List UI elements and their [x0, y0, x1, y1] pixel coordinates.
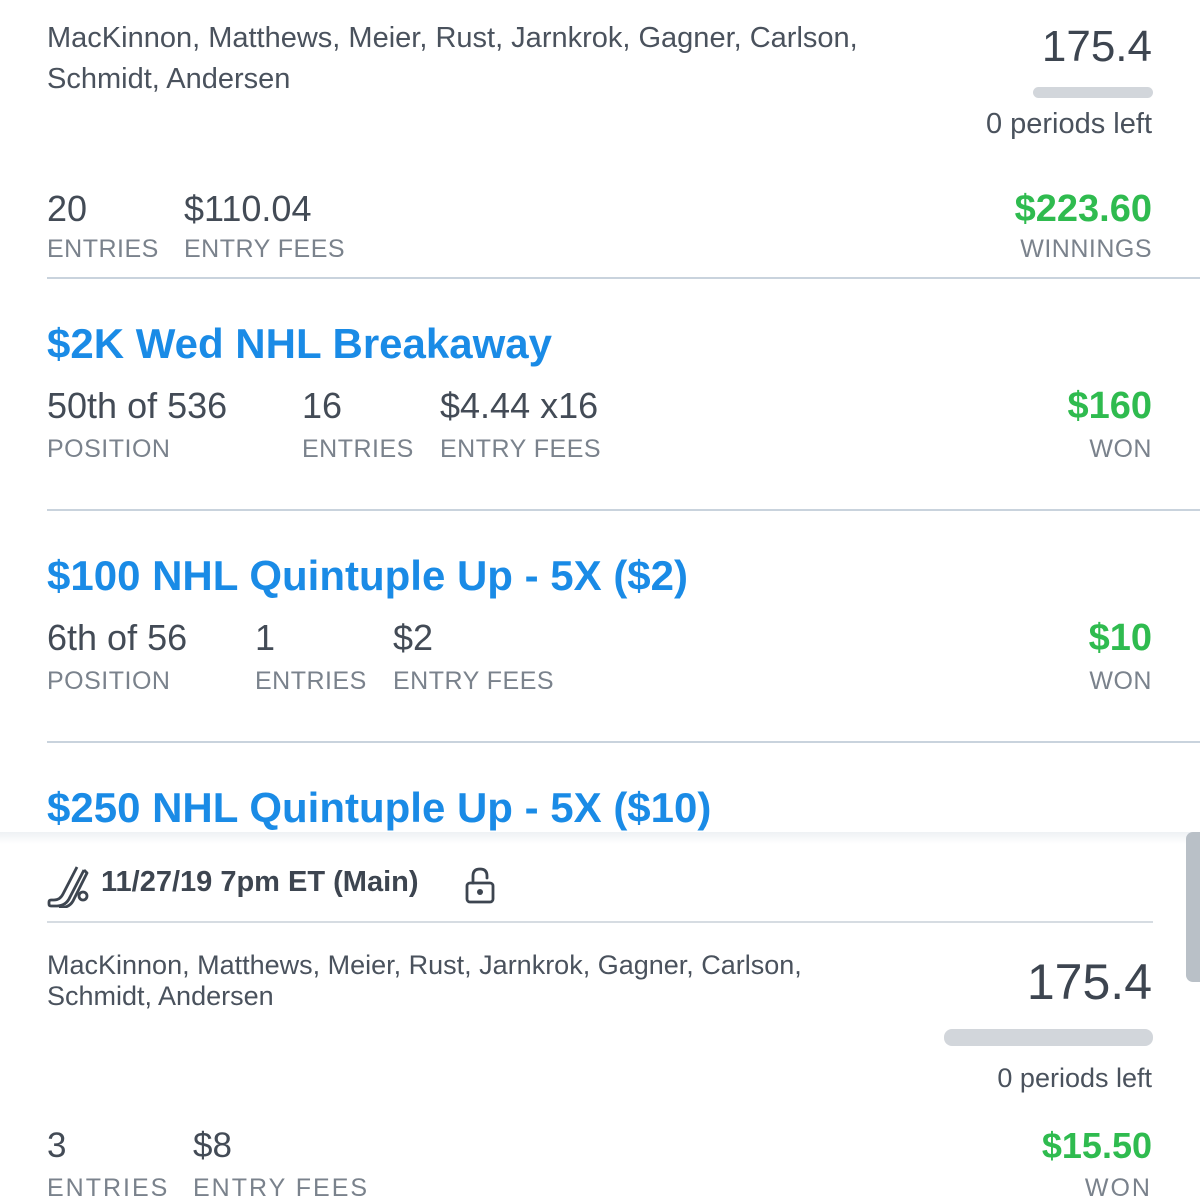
entry-fees-value: $4.44 x16 [440, 385, 599, 426]
entry-fees-label: ENTRY FEES [393, 667, 555, 695]
lineup-score: 175.4 [1041, 22, 1152, 71]
position-label: POSITION [47, 667, 171, 695]
divider [47, 509, 1200, 511]
position-value: 6th of 56 [47, 617, 188, 658]
entries-value: 1 [255, 617, 276, 658]
entries-label: ENTRIES [302, 435, 414, 463]
position-value: 50th of 536 [47, 385, 228, 426]
winnings-label: WINNINGS [1020, 235, 1152, 263]
won-label: WON [1089, 667, 1152, 695]
periods-left: 0 periods left [985, 108, 1152, 140]
contest-title[interactable]: $2K Wed NHL Breakaway [47, 320, 552, 368]
entries-label: ENTRIES [47, 1174, 170, 1202]
header-divider [47, 921, 1153, 923]
winnings-value: $223.60 [1014, 188, 1152, 230]
lineup-score: 175.4 [1026, 954, 1152, 1010]
entries-value: 3 [47, 1126, 67, 1165]
lineup-players: MacKinnon, Matthews, Meier, Rust, Jarnkr… [47, 950, 802, 1011]
slate-header: 11/27/19 7pm ET (Main) [101, 866, 419, 898]
lineup-players: MacKinnon, Matthews, Meier, Rust, Jarnkr… [47, 22, 858, 95]
contest-title[interactable]: $250 NHL Quintuple Up - 5X ($10) [47, 784, 711, 832]
periods-left: 0 periods left [997, 1063, 1152, 1093]
entry-fees-value: $8 [193, 1126, 232, 1165]
entries-label: ENTRIES [255, 667, 367, 695]
contest-title[interactable]: $100 NHL Quintuple Up - 5X ($2) [47, 552, 688, 600]
progress-bar [1033, 87, 1153, 98]
entry-fees-value: $2 [393, 617, 434, 658]
entry-fees-label: ENTRY FEES [193, 1174, 370, 1202]
divider [47, 277, 1200, 279]
won-value: $10 [1088, 617, 1152, 659]
position-label: POSITION [47, 435, 171, 463]
entries-label: ENTRIES [47, 235, 159, 263]
progress-bar [944, 1029, 1153, 1046]
entries-value: 20 [47, 188, 88, 229]
scrollbar-thumb[interactable] [1186, 832, 1200, 982]
unlock-icon[interactable] [464, 867, 496, 905]
entries-value: 16 [302, 385, 343, 426]
card-separator [0, 832, 1200, 844]
entry-fees-label: ENTRY FEES [184, 235, 346, 263]
won-label: WON [1084, 1174, 1152, 1202]
entry-fees-value: $110.04 [184, 188, 312, 229]
won-label: WON [1089, 435, 1152, 463]
won-value: $15.50 [1041, 1125, 1152, 1166]
hockey-stick-icon [47, 864, 93, 910]
divider [47, 741, 1200, 743]
entry-fees-label: ENTRY FEES [440, 435, 602, 463]
won-value: $160 [1067, 385, 1152, 427]
